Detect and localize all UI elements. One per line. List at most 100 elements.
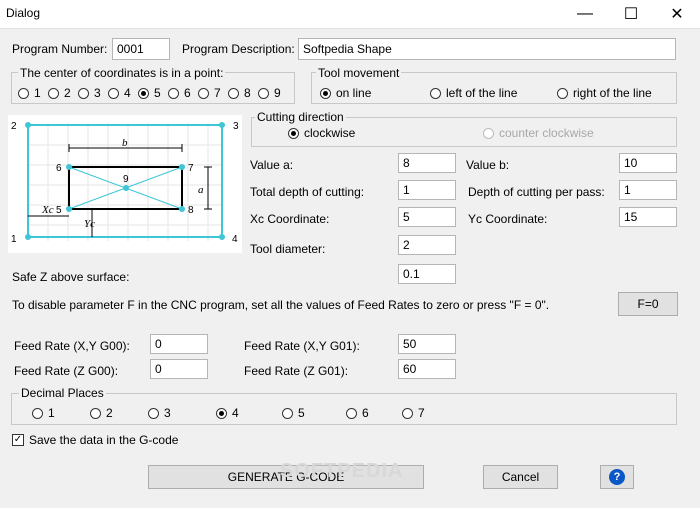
center-option-2[interactable]: 2	[48, 86, 71, 100]
safe-z-label: Safe Z above surface:	[12, 270, 130, 284]
minimize-icon: —	[577, 5, 593, 22]
corner-point-3	[219, 122, 225, 128]
point-label-7: 7	[188, 163, 194, 174]
radio-icon	[483, 127, 494, 139]
feed-xy-g00-label: Feed Rate (X,Y G00):	[14, 339, 130, 353]
center-option-5[interactable]: 5	[138, 86, 161, 100]
decimal-option-3[interactable]: 3	[148, 406, 171, 420]
center-option-8[interactable]: 8	[228, 86, 251, 100]
maximize-button[interactable]: ☐	[608, 0, 654, 28]
radio-icon	[138, 87, 149, 99]
radio-icon	[288, 127, 299, 139]
point-label-4: 4	[232, 234, 238, 245]
value-b-input[interactable]	[619, 153, 677, 173]
help-icon: ?	[609, 469, 625, 485]
yc-input[interactable]	[619, 207, 677, 227]
shape-diagram: b a Xc Yc 2 3 1 4 6 7 5 8 9	[8, 115, 242, 253]
xc-label: Xc Coordinate:	[250, 212, 330, 226]
corner-point-4	[219, 234, 225, 240]
total-depth-input[interactable]	[398, 180, 456, 200]
center-option-7[interactable]: 7	[198, 86, 221, 100]
tool-diameter-label: Tool diameter:	[250, 242, 326, 256]
movement-option-right[interactable]: right of the line	[557, 86, 652, 100]
tool-diameter-input[interactable]	[398, 235, 456, 255]
depth-pass-label: Depth of cutting per pass:	[468, 185, 605, 199]
decimal-option-5[interactable]: 5	[282, 406, 305, 420]
program-number-label: Program Number:	[12, 42, 108, 56]
decimal-option-6[interactable]: 6	[346, 406, 369, 420]
corner-point-1	[25, 234, 31, 240]
direction-group-title: Cutting direction	[255, 110, 346, 124]
value-a-label: Value a:	[250, 158, 294, 172]
point-label-9: 9	[123, 174, 129, 185]
cancel-button[interactable]: Cancel	[483, 465, 558, 489]
dim-xc-label: Xc	[41, 204, 54, 216]
dim-a-label: a	[198, 184, 204, 196]
point-label-1: 1	[11, 234, 17, 245]
dim-b-label: b	[122, 137, 128, 149]
decimal-option-7[interactable]: 7	[402, 406, 425, 420]
radio-icon	[320, 87, 331, 99]
depth-pass-input[interactable]	[619, 180, 677, 200]
center-option-4[interactable]: 4	[108, 86, 131, 100]
point-label-6: 6	[56, 163, 62, 174]
movement-group-title: Tool movement	[316, 66, 402, 80]
radio-icon	[108, 87, 119, 99]
decimal-option-2[interactable]: 2	[90, 406, 113, 420]
radio-icon	[32, 407, 43, 419]
corner-point-2	[25, 122, 31, 128]
program-description-input[interactable]	[298, 38, 676, 60]
yc-label: Yc Coordinate:	[468, 212, 548, 226]
radio-icon	[168, 87, 179, 99]
center-option-9[interactable]: 9	[258, 86, 281, 100]
save-gcode-checkbox[interactable]: ✓ Save the data in the G-code	[12, 433, 178, 447]
feed-xy-g01-input[interactable]	[398, 334, 456, 354]
minimize-button[interactable]: —	[562, 0, 608, 28]
point-label-8: 8	[188, 205, 194, 216]
radio-icon	[148, 407, 159, 419]
checkmark-icon: ✓	[12, 434, 24, 446]
radio-icon	[228, 87, 239, 99]
center-option-3[interactable]: 3	[78, 86, 101, 100]
feed-z-g00-label: Feed Rate (Z G00):	[14, 364, 119, 378]
feed-xy-g00-input[interactable]	[150, 334, 208, 354]
close-button[interactable]: ✕	[654, 0, 700, 28]
radio-icon	[18, 87, 29, 99]
program-number-input[interactable]	[112, 38, 170, 60]
feed-z-g01-label: Feed Rate (Z G01):	[244, 364, 349, 378]
window-title: Dialog	[6, 6, 41, 20]
maximize-icon: ☐	[623, 6, 639, 23]
radio-icon	[346, 407, 357, 419]
feed-z-g00-input[interactable]	[150, 359, 208, 379]
radio-icon	[48, 87, 59, 99]
point-label-2: 2	[11, 121, 17, 132]
center-option-6[interactable]: 6	[168, 86, 191, 100]
center-group-title: The center of coordinates is in a point:	[18, 66, 226, 80]
help-button[interactable]: ?	[600, 465, 634, 489]
safe-z-input[interactable]	[398, 264, 456, 284]
softpedia-watermark: SOFTPEDIA	[280, 460, 404, 482]
radio-icon	[78, 87, 89, 99]
radio-icon	[90, 407, 101, 419]
decimal-option-1[interactable]: 1	[32, 406, 55, 420]
close-icon: ✕	[670, 6, 684, 23]
value-a-input[interactable]	[398, 153, 456, 173]
radio-icon	[198, 87, 209, 99]
feed-rate-note: To disable parameter F in the CNC progra…	[12, 298, 550, 312]
direction-clockwise[interactable]: clockwise	[288, 126, 355, 140]
feed-z-g01-input[interactable]	[398, 359, 456, 379]
xc-input[interactable]	[398, 207, 456, 227]
program-description-label: Program Description:	[182, 42, 295, 56]
f-zero-button[interactable]: F=0	[618, 292, 678, 316]
feed-xy-g01-label: Feed Rate (X,Y G01):	[244, 339, 360, 353]
dim-yc-label: Yc	[84, 218, 95, 230]
decimal-option-4[interactable]: 4	[216, 406, 239, 420]
radio-icon	[282, 407, 293, 419]
decimal-group-title: Decimal Places	[19, 386, 106, 400]
center-option-1[interactable]: 1	[18, 86, 41, 100]
movement-option-on-line[interactable]: on line	[320, 86, 371, 100]
movement-option-left[interactable]: left of the line	[430, 86, 517, 100]
direction-counter-clockwise: counter clockwise	[483, 126, 594, 140]
value-b-label: Value b:	[466, 158, 510, 172]
radio-icon	[258, 87, 269, 99]
